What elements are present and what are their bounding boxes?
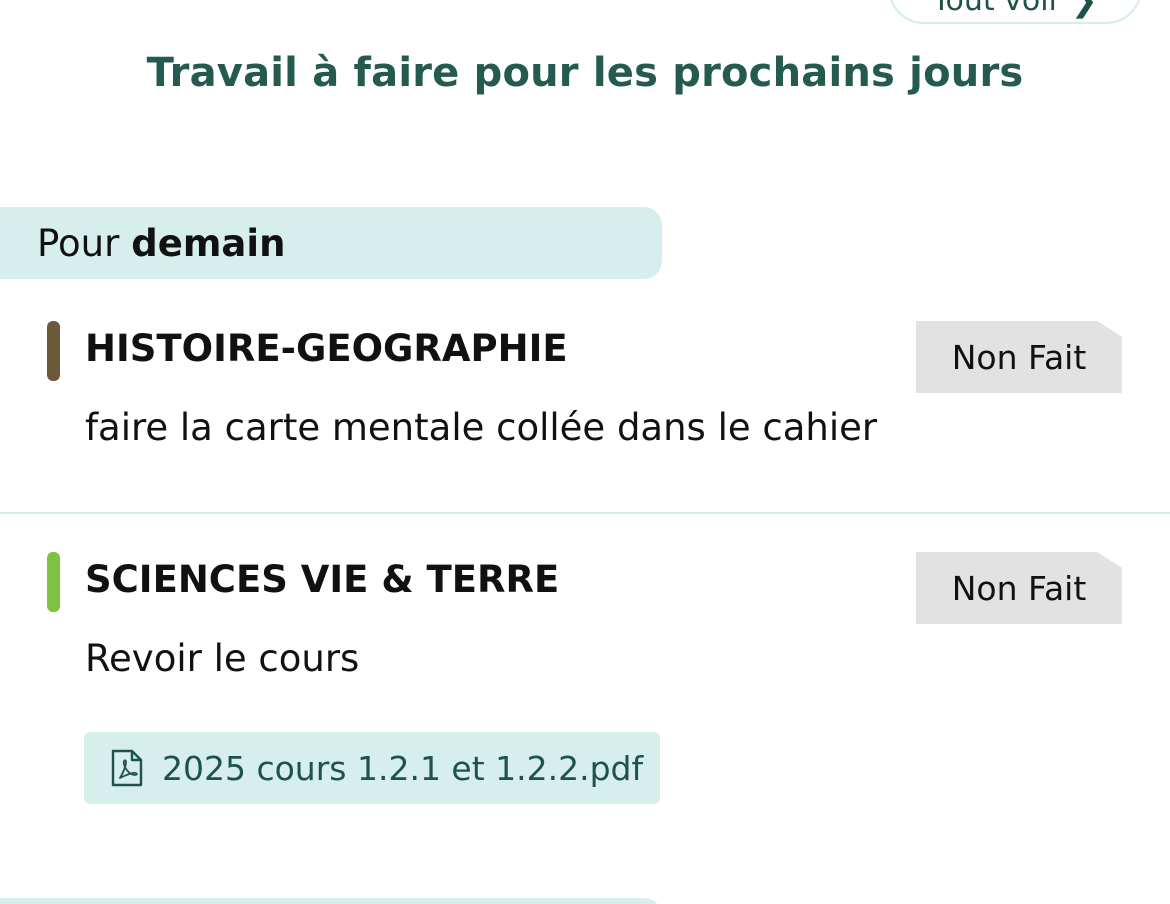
subject-color-bar xyxy=(47,321,60,381)
subject-name: SCIENCES VIE & TERRE xyxy=(85,558,560,601)
see-all-label: Tout voir xyxy=(932,0,1061,18)
status-badge[interactable]: Non Fait xyxy=(916,552,1122,624)
day-label: demain xyxy=(131,221,286,265)
task-description: faire la carte mentale collée dans le ca… xyxy=(85,406,878,449)
see-all-button[interactable]: Tout voir ❯ xyxy=(888,0,1142,24)
attachment-link[interactable]: 2025 cours 1.2.1 et 1.2.2.pdf xyxy=(84,732,660,804)
pdf-file-icon xyxy=(110,749,144,787)
next-day-group-header xyxy=(0,898,662,904)
subject-name: HISTOIRE-GEOGRAPHIE xyxy=(85,327,568,370)
task-description: Revoir le cours xyxy=(85,637,360,680)
attachment-filename: 2025 cours 1.2.1 et 1.2.2.pdf xyxy=(162,748,644,788)
section-title: Travail à faire pour les prochains jours xyxy=(146,50,1024,96)
chevron-right-icon: ❯ xyxy=(1070,0,1098,19)
homework-widget: Tout voir ❯ Travail à faire pour les pro… xyxy=(0,0,1170,904)
divider xyxy=(0,512,1170,514)
status-badge[interactable]: Non Fait xyxy=(916,321,1122,393)
day-prefix: Pour xyxy=(37,221,120,265)
day-group-header: Pour demain xyxy=(0,207,662,279)
subject-color-bar xyxy=(47,552,60,612)
